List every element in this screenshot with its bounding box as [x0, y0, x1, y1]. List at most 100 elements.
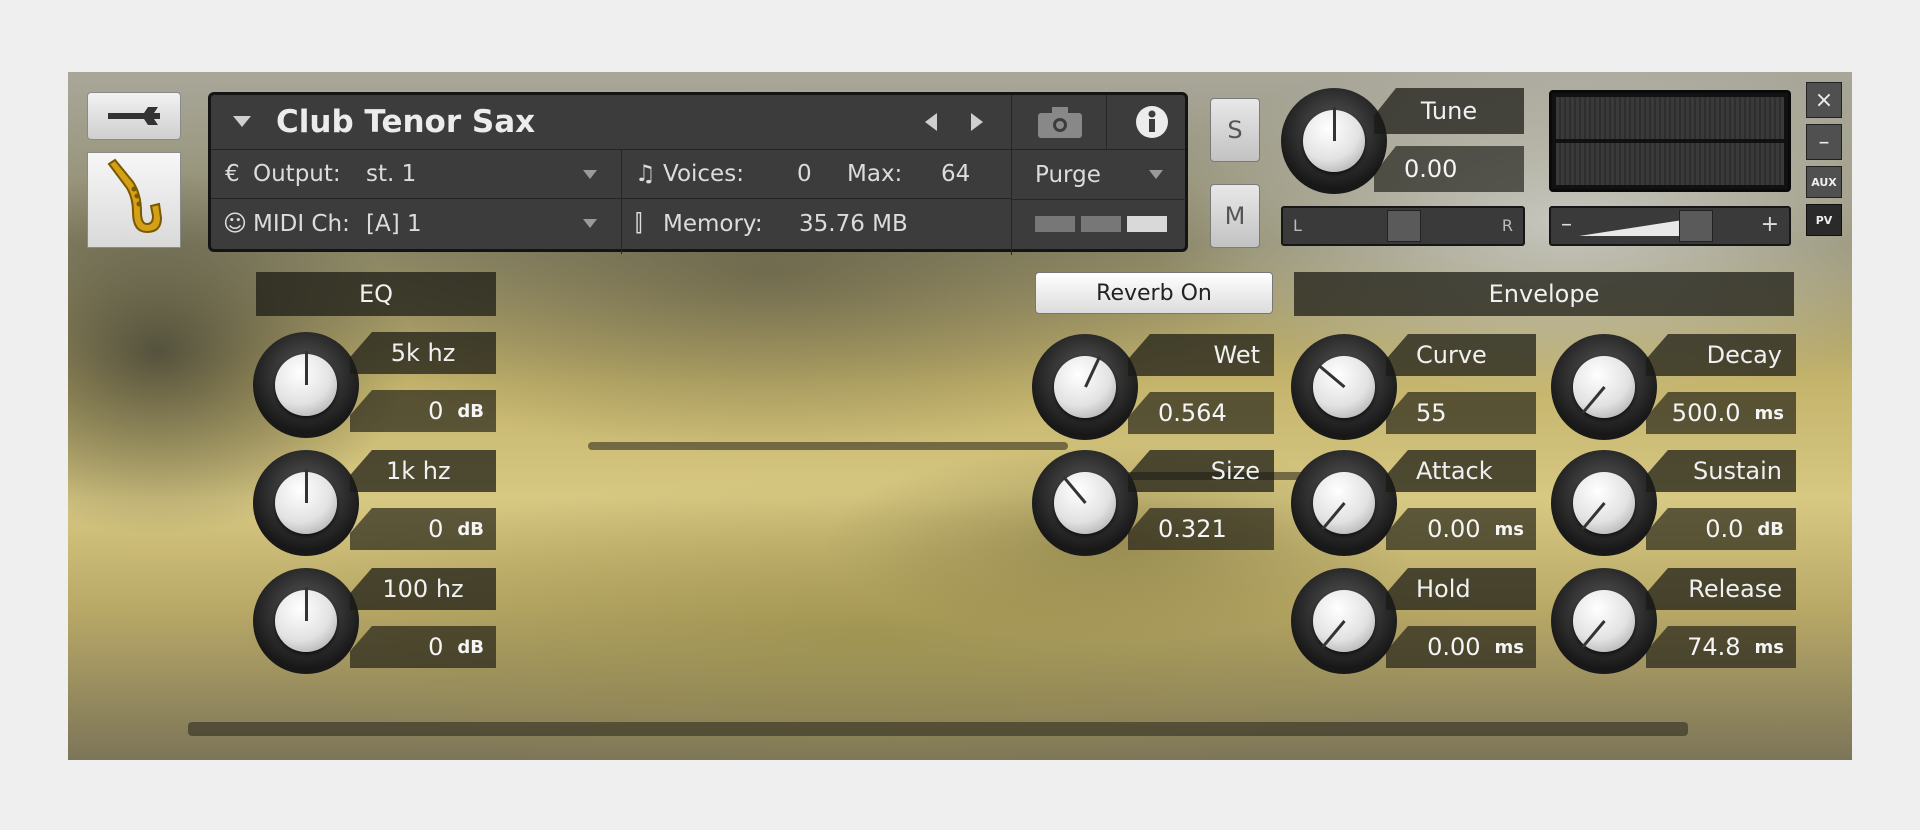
- envelope-hold-number: 0.00: [1427, 633, 1481, 661]
- eq-100-number: 0: [428, 633, 444, 661]
- envelope-decay-knob[interactable]: [1551, 334, 1657, 440]
- envelope-curve-value[interactable]: 55: [1386, 392, 1536, 434]
- envelope-curve-knob[interactable]: [1291, 334, 1397, 440]
- reverb-size-value[interactable]: 0.321: [1128, 508, 1274, 550]
- instrument-icon[interactable]: [87, 152, 181, 248]
- envelope-sustain-knob[interactable]: [1551, 450, 1657, 556]
- chevron-right-icon: [971, 113, 983, 131]
- midi-dropdown-arrow[interactable]: [583, 199, 597, 248]
- envelope-release-label: Release: [1646, 568, 1796, 610]
- envelope-decay-value[interactable]: 500.0 ms: [1646, 392, 1796, 434]
- memory-value: 35.76 MB: [799, 210, 908, 237]
- wrench-icon: [108, 107, 160, 125]
- volume-minus-label: –: [1561, 212, 1572, 237]
- chevron-down-icon: [583, 219, 597, 228]
- prev-instrument-button[interactable]: [925, 95, 939, 149]
- pv-button[interactable]: PV: [1806, 204, 1842, 236]
- midi-channel-value[interactable]: [A] 1: [366, 199, 422, 248]
- eq-5k-value[interactable]: 0 dB: [350, 390, 496, 432]
- volume-plus-label: +: [1760, 212, 1779, 237]
- background-streak: [588, 442, 1068, 450]
- memory-label: Memory:: [663, 210, 763, 237]
- next-instrument-button[interactable]: [969, 95, 983, 149]
- envelope-release-number: 74.8: [1687, 633, 1741, 661]
- reverb-wet-label: Wet: [1128, 334, 1274, 376]
- eq-100-label: 100 hz: [350, 568, 496, 610]
- voices-value: 0: [797, 161, 812, 187]
- envelope-hold-unit: ms: [1494, 636, 1524, 658]
- instrument-frame: Club Tenor Sax € Output: st. 1 ♫ Voices:…: [68, 72, 1852, 760]
- wrench-button[interactable]: [87, 92, 181, 140]
- eq-5k-unit: dB: [457, 400, 484, 422]
- mute-button[interactable]: M: [1210, 184, 1260, 248]
- instrument-name[interactable]: Club Tenor Sax: [276, 95, 535, 149]
- eq-100-knob[interactable]: [253, 568, 359, 674]
- eq-5k-label: 5k hz: [350, 332, 496, 374]
- solo-button[interactable]: S: [1210, 98, 1260, 162]
- envelope-sustain-number: 0.0: [1705, 515, 1744, 543]
- reverb-size-knob[interactable]: [1032, 450, 1138, 556]
- chevron-down-icon: [233, 116, 251, 127]
- reverb-wet-knob[interactable]: [1032, 334, 1138, 440]
- close-button[interactable]: ×: [1806, 82, 1842, 118]
- eq-5k-knob[interactable]: [253, 332, 359, 438]
- instrument-menu-arrow[interactable]: [233, 95, 251, 149]
- info-button[interactable]: [1135, 95, 1169, 149]
- envelope-release-unit: ms: [1754, 636, 1784, 658]
- purge-indicator: [1081, 216, 1121, 232]
- output-icon: €: [225, 161, 240, 187]
- pan-left-label: L: [1293, 216, 1302, 235]
- info-icon: [1136, 106, 1168, 138]
- eq-100-unit: dB: [457, 636, 484, 658]
- pan-handle[interactable]: [1387, 210, 1421, 242]
- volume-handle[interactable]: [1679, 210, 1713, 242]
- pan-slider[interactable]: L R: [1281, 206, 1525, 246]
- tune-value[interactable]: 0.00: [1374, 146, 1524, 192]
- envelope-attack-knob[interactable]: [1291, 450, 1397, 556]
- reverb-toggle-button[interactable]: Reverb On: [1035, 272, 1273, 314]
- header-title-row: Club Tenor Sax: [211, 95, 1185, 255]
- chevron-down-icon: [583, 169, 597, 179]
- eq-1k-value[interactable]: 0 dB: [350, 508, 496, 550]
- level-meter: [1549, 90, 1791, 192]
- output-value[interactable]: st. 1: [366, 150, 416, 198]
- eq-title: EQ: [256, 272, 496, 316]
- aux-button[interactable]: AUX: [1806, 166, 1842, 198]
- reverb-wet-value[interactable]: 0.564: [1128, 392, 1274, 434]
- pan-right-label: R: [1501, 216, 1513, 235]
- background-streak: [188, 722, 1688, 736]
- eq-5k-number: 0: [428, 397, 444, 425]
- envelope-attack-value[interactable]: 0.00 ms: [1386, 508, 1536, 550]
- envelope-attack-label: Attack: [1386, 450, 1536, 492]
- envelope-sustain-value[interactable]: 0.0 dB: [1646, 508, 1796, 550]
- volume-slider[interactable]: – +: [1549, 206, 1791, 246]
- header-midi-row: ☺ MIDI Ch: [A] 1 ⫿ Memory: 35.76 MB: [211, 199, 1011, 248]
- envelope-hold-knob[interactable]: [1291, 568, 1397, 674]
- purge-label[interactable]: Purge: [1035, 150, 1101, 199]
- envelope-decay-unit: ms: [1754, 402, 1784, 424]
- envelope-decay-label: Decay: [1646, 334, 1796, 376]
- minimize-button[interactable]: –: [1806, 124, 1842, 160]
- output-dropdown-arrow[interactable]: [583, 150, 597, 198]
- max-voices-value[interactable]: 64: [941, 150, 970, 198]
- envelope-sustain-unit: dB: [1757, 518, 1784, 540]
- snapshot-button[interactable]: [1038, 95, 1082, 149]
- tune-knob[interactable]: [1281, 88, 1387, 194]
- purge-indicators: [1035, 209, 1173, 239]
- envelope-hold-value[interactable]: 0.00 ms: [1386, 626, 1536, 668]
- envelope-title: Envelope: [1294, 272, 1794, 316]
- eq-1k-knob[interactable]: [253, 450, 359, 556]
- eq-100-value[interactable]: 0 dB: [350, 626, 496, 668]
- header-output-row: € Output: st. 1 ♫ Voices: 0 Max: 64: [211, 150, 1011, 254]
- tune-label: Tune: [1374, 88, 1524, 134]
- envelope-release-knob[interactable]: [1551, 568, 1657, 674]
- output-label: Output:: [253, 161, 341, 187]
- purge-dropdown-arrow[interactable]: [1149, 150, 1163, 199]
- eq-1k-label: 1k hz: [350, 450, 496, 492]
- midi-channel-label: MIDI Ch:: [253, 210, 350, 237]
- envelope-release-value[interactable]: 74.8 ms: [1646, 626, 1796, 668]
- voices-label: Voices:: [663, 161, 744, 187]
- instrument-header: Club Tenor Sax € Output: st. 1 ♫ Voices:…: [208, 92, 1188, 255]
- chevron-down-icon: [1149, 170, 1163, 179]
- envelope-curve-label: Curve: [1386, 334, 1536, 376]
